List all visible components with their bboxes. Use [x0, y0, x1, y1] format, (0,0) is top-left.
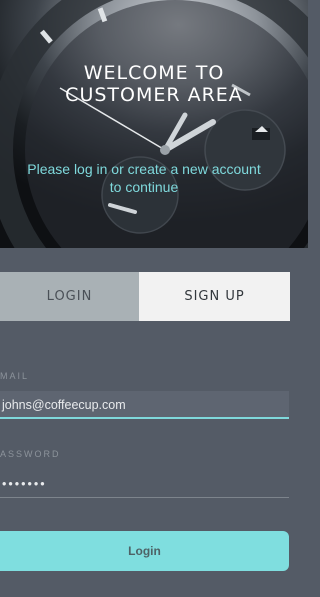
watch-image: [0, 0, 308, 248]
page-subtitle: Please log in or create a new account to…: [27, 161, 261, 195]
tab-login[interactable]: LOGIN: [0, 272, 139, 321]
email-label: MAIL: [0, 371, 30, 381]
tab-sign-up[interactable]: SIGN UP: [139, 272, 290, 321]
page-title: WELCOME TO CUSTOMER AREA: [65, 62, 243, 106]
auth-tabs: LOGIN SIGN UP: [0, 272, 290, 321]
password-field[interactable]: •••••••: [0, 470, 289, 498]
hero-banner: WELCOME TO CUSTOMER AREA Please log in o…: [0, 0, 308, 248]
login-button[interactable]: Login: [0, 531, 289, 571]
email-field[interactable]: johns@coffeecup.com: [0, 391, 289, 419]
password-label: ASSWORD: [0, 449, 61, 459]
